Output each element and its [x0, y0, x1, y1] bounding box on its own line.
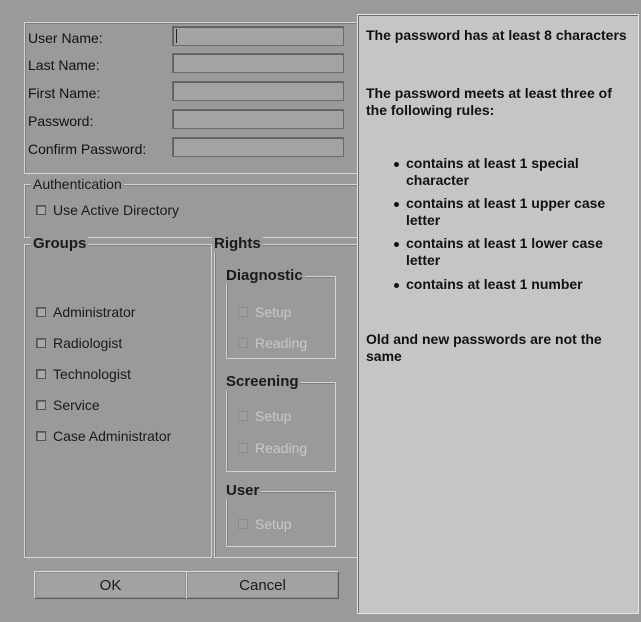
screening-reading-checkbox[interactable]: Reading	[238, 439, 307, 457]
first-name-input[interactable]	[172, 81, 344, 101]
diagnostic-reading-checkbox[interactable]: Reading	[238, 334, 307, 352]
diagnostic-setup-checkbox[interactable]: Setup	[238, 303, 292, 321]
groups-legend: Groups	[31, 235, 89, 252]
diagnostic-legend: Diagnostic	[224, 267, 305, 284]
group-technologist-label: Technologist	[53, 366, 131, 382]
group-service-label: Service	[53, 397, 100, 413]
user-rights-legend: User	[224, 482, 262, 499]
bullet-icon	[394, 283, 399, 288]
use-active-directory-checkbox[interactable]: Use Active Directory	[36, 201, 179, 219]
bullet-icon	[394, 162, 399, 167]
checkbox-square	[36, 400, 46, 410]
checkbox-square	[238, 338, 248, 348]
group-administrator-label: Administrator	[53, 304, 136, 320]
rule-text: contains at least 1 upper case letter	[406, 195, 606, 228]
screening-legend: Screening	[224, 373, 301, 390]
bullet-icon	[394, 202, 399, 207]
screening-setup-checkbox[interactable]: Setup	[238, 407, 292, 425]
user-setup-checkbox[interactable]: Setup	[238, 515, 292, 533]
screening-group: Screening	[224, 374, 336, 472]
rule-text: contains at least 1 number	[406, 276, 583, 292]
screening-setup-label: Setup	[255, 408, 292, 424]
rule-text: contains at least 1 lower case letter	[406, 235, 603, 268]
password-input[interactable]	[172, 109, 344, 129]
bullet-icon	[394, 242, 399, 247]
text-caret	[176, 29, 177, 43]
diagnostic-reading-label: Reading	[255, 335, 308, 351]
group-service-checkbox[interactable]: Service	[36, 396, 100, 414]
group-radiologist-label: Radiologist	[53, 335, 123, 351]
use-active-directory-label: Use Active Directory	[53, 202, 180, 218]
rule-list-item: contains at least 1 upper case letter	[394, 195, 636, 229]
password-rules-panel: The password has at least 8 characters T…	[357, 14, 639, 614]
rule-text: contains at least 1 special character	[406, 155, 579, 188]
user-setup-label: Setup	[255, 516, 292, 532]
user-name-label: User Name:	[28, 30, 103, 46]
confirm-password-input[interactable]	[172, 137, 344, 157]
last-name-input[interactable]	[172, 53, 344, 73]
rule-intro-text: The password meets at least three of the…	[366, 85, 612, 118]
checkbox-square	[36, 431, 46, 441]
rule-min-length-text: The password has at least 8 characters	[366, 27, 627, 43]
confirm-password-label: Confirm Password:	[28, 141, 147, 157]
diagnostic-setup-label: Setup	[255, 304, 292, 320]
checkbox-square	[36, 338, 46, 348]
ok-button[interactable]: OK	[34, 571, 187, 599]
rights-legend: Rights	[212, 235, 263, 252]
checkbox-square	[238, 519, 248, 529]
rule-list-item: contains at least 1 number	[394, 276, 636, 293]
rule-list-item: contains at least 1 lower case letter	[394, 235, 636, 269]
rule-list-item: contains at least 1 special character	[394, 155, 636, 189]
checkbox-square	[36, 307, 46, 317]
authentication-legend: Authentication	[31, 176, 124, 192]
checkbox-square	[36, 205, 46, 215]
last-name-label: Last Name:	[28, 57, 100, 73]
group-administrator-checkbox[interactable]: Administrator	[36, 303, 135, 321]
user-editor-panel: User Name: Last Name: First Name: Passwo…	[14, 14, 358, 614]
group-case-administrator-checkbox[interactable]: Case Administrator	[36, 427, 171, 445]
screening-reading-label: Reading	[255, 440, 308, 456]
rule-not-same-text: Old and new passwords are not the same	[366, 331, 602, 364]
checkbox-square	[238, 411, 248, 421]
user-name-input[interactable]	[172, 26, 344, 46]
group-case-administrator-label: Case Administrator	[53, 428, 172, 444]
cancel-button[interactable]: Cancel	[186, 571, 339, 599]
checkbox-square	[238, 443, 248, 453]
checkbox-square	[36, 369, 46, 379]
group-radiologist-checkbox[interactable]: Radiologist	[36, 334, 122, 352]
group-technologist-checkbox[interactable]: Technologist	[36, 365, 131, 383]
first-name-label: First Name:	[28, 85, 101, 101]
password-label: Password:	[28, 113, 94, 129]
checkbox-square	[238, 307, 248, 317]
